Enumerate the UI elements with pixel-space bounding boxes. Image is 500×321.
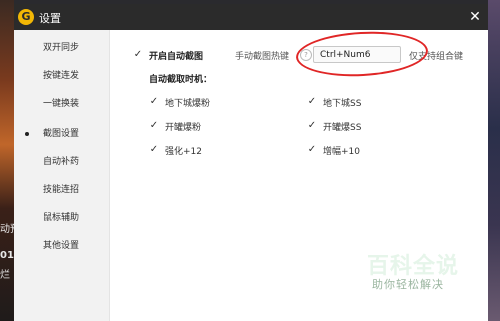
option-checkbox-jar-pink[interactable]: ✓ [149,121,159,131]
option-label: 开罐爆粉 [165,123,202,133]
active-indicator-icon [25,132,29,136]
sidebar-item-label: 双开同步 [43,43,80,53]
title-bar[interactable]: G 设置 ✕ [14,4,488,30]
hotkey-label: 手动截图热键 [235,52,290,62]
sidebar-item-mouse-assist[interactable]: 鼠标辅助 [14,206,109,230]
option-label: 地下城SS [323,99,362,109]
option-checkbox-dungeon-ss[interactable]: ✓ [307,97,317,107]
sidebar-item-label: 截图设置 [43,129,80,139]
dialog-title: 设置 [39,12,61,25]
help-icon[interactable]: ? [300,49,312,61]
hotkey-note: 仅支持组合键 [409,52,464,62]
option-label: 开罐爆SS [323,123,362,133]
option-checkbox-jar-ss[interactable]: ✓ [307,121,317,131]
background-text: 烂 [0,270,10,281]
option-checkbox-dungeon-pink[interactable]: ✓ [149,97,159,107]
hotkey-input[interactable]: Ctrl+Num6 [313,46,401,63]
background-text: 动预 [0,224,14,235]
sidebar-item-auto-potion[interactable]: 自动补药 [14,150,109,174]
settings-sidebar: 双开同步 按键连发 一键换装 截图设置 自动补药 技能连招 鼠标辅助 其他设置 [14,30,110,321]
option-label: 地下城爆粉 [165,99,211,109]
sidebar-item-screenshot-settings[interactable]: 截图设置 [14,122,109,146]
option-checkbox-amplify-10[interactable]: ✓ [307,145,317,155]
background-game-art-right [488,0,500,321]
option-label: 增幅+10 [323,147,360,157]
option-checkbox-enhance-12[interactable]: ✓ [149,145,159,155]
sidebar-item-label: 技能连招 [43,185,80,195]
sidebar-item-dual-sync[interactable]: 双开同步 [14,36,109,60]
sidebar-item-label: 鼠标辅助 [43,213,80,223]
auto-capture-timing-title: 自动截取时机： [149,75,213,85]
enable-auto-screenshot-label: 开启自动截图 [149,52,204,62]
sidebar-item-skill-combo[interactable]: 技能连招 [14,178,109,202]
sidebar-item-label: 自动补药 [43,157,80,167]
sidebar-item-key-repeat[interactable]: 按键连发 [14,64,109,88]
sidebar-item-label: 一键换装 [43,99,80,109]
background-text: 01 [0,250,14,261]
close-icon[interactable]: ✕ [466,7,484,27]
sidebar-item-other-settings[interactable]: 其他设置 [14,234,109,258]
option-label: 强化+12 [165,147,202,157]
watermark-subtitle: 助你轻松解决 [372,278,444,291]
sidebar-item-label: 其他设置 [43,241,80,251]
app-logo-icon: G [18,9,34,25]
enable-auto-screenshot-checkbox[interactable]: ✓ [133,50,143,60]
sidebar-item-label: 按键连发 [43,71,80,81]
sidebar-item-quick-equip[interactable]: 一键换装 [14,92,109,116]
